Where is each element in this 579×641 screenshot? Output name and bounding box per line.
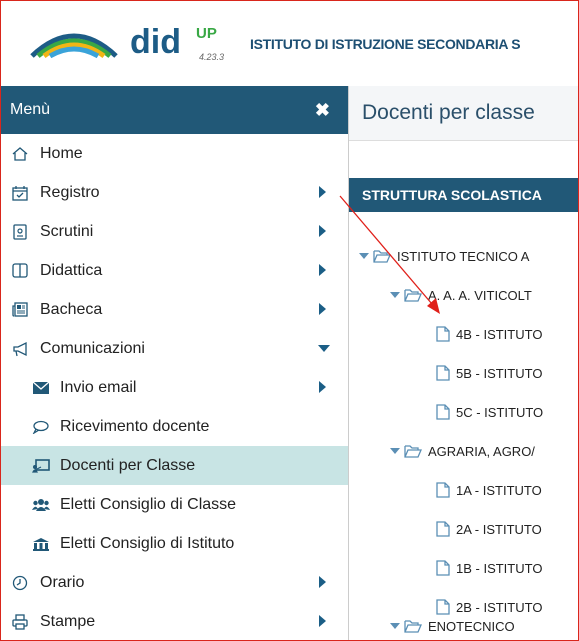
newspaper-icon	[12, 302, 34, 317]
tree-node-label: 1A - ISTITUTO	[456, 482, 542, 498]
tree-node-class[interactable]: 5B - ISTITUTO	[436, 358, 542, 388]
brand-name: did	[130, 23, 181, 61]
menu-header: Menù ✖	[0, 86, 348, 134]
sidebar-menu: Menù ✖ Home Registro Scrutini Didattica …	[0, 86, 349, 641]
page-title-bar: Docenti per classe	[349, 86, 579, 141]
tree-node-folder[interactable]: A. A. A. VITICOLT	[390, 280, 532, 310]
sidebar-item-label: Orario	[40, 573, 85, 591]
sidebar-item-label: Invio email	[60, 378, 137, 396]
tree-node-folder[interactable]: ENOTECNICO	[390, 611, 515, 641]
caret-right-icon	[319, 264, 326, 276]
sidebar-item-label: Comunicazioni	[40, 339, 145, 357]
caret-right-icon	[319, 576, 326, 588]
file-icon	[436, 404, 450, 420]
tree-node-label: 5B - ISTITUTO	[456, 365, 543, 381]
file-icon	[436, 560, 450, 576]
caret-right-icon	[319, 303, 326, 315]
sidebar-item-eletti-consiglio-classe[interactable]: Eletti Consiglio di Classe	[0, 485, 348, 524]
printer-icon	[12, 613, 34, 630]
home-icon	[12, 146, 34, 161]
clock-icon	[12, 575, 34, 591]
institute-icon	[32, 537, 54, 551]
sidebar-item-registro[interactable]: Registro	[0, 173, 348, 212]
tree-node-class[interactable]: 1A - ISTITUTO	[436, 475, 542, 505]
file-icon	[436, 365, 450, 381]
tree-node-label: 2A - ISTITUTO	[456, 521, 542, 537]
app-version: 4.23.3	[199, 52, 225, 62]
sidebar-item-label: Ricevimento docente	[60, 417, 210, 435]
folder-open-icon	[404, 619, 422, 633]
tree-node-folder[interactable]: ISTITUTO TECNICO A	[359, 241, 529, 271]
close-icon[interactable]: ✖	[315, 100, 330, 121]
school-name: ISTITUTO DI ISTRUZIONE SECONDARIA S	[250, 36, 521, 52]
calendar-icon	[12, 185, 34, 201]
chalkboard-icon	[32, 458, 54, 473]
file-icon	[436, 482, 450, 498]
sidebar-item-label: Eletti Consiglio di Istituto	[60, 534, 235, 552]
sidebar-item-home[interactable]: Home	[0, 134, 348, 173]
brand-superscript: UP	[196, 25, 217, 42]
caret-down-icon	[318, 345, 330, 352]
caret-right-icon	[319, 225, 326, 237]
app-header: did UP 4.23.3 ISTITUTO DI ISTRUZIONE SEC…	[0, 0, 579, 86]
expand-triangle-icon[interactable]	[390, 292, 400, 298]
sidebar-item-ricevimento-docente[interactable]: Ricevimento docente	[0, 407, 348, 446]
folder-open-icon	[404, 288, 422, 302]
tree-node-label: 4B - ISTITUTO	[456, 326, 543, 342]
tree-node-label: ISTITUTO TECNICO A	[397, 248, 530, 264]
expand-triangle-icon[interactable]	[390, 623, 400, 629]
sidebar-item-label: Didattica	[40, 261, 103, 279]
tree-node-label: AGRARIA, AGRO/	[428, 443, 535, 459]
tree-node-class[interactable]: 1B - ISTITUTO	[436, 553, 542, 583]
tree-node-class[interactable]: 5C - ISTITUTO	[436, 397, 543, 427]
sidebar-item-orario[interactable]: Orario	[0, 563, 348, 602]
tree-node-label: 1B - ISTITUTO	[456, 560, 543, 576]
sidebar-item-stampe[interactable]: Stampe	[0, 602, 348, 641]
folder-open-icon	[373, 249, 391, 263]
envelope-icon	[32, 381, 54, 395]
file-icon	[436, 326, 450, 342]
book-icon	[12, 263, 34, 278]
tree-node-label: 5C - ISTITUTO	[456, 404, 544, 420]
megaphone-icon	[12, 341, 34, 357]
expand-triangle-icon[interactable]	[359, 253, 369, 259]
caret-right-icon	[319, 381, 326, 393]
sidebar-item-invio-email[interactable]: Invio email	[0, 368, 348, 407]
expand-triangle-icon[interactable]	[390, 448, 400, 454]
main-content: Docenti per classe STRUTTURA SCOLASTICA …	[349, 86, 579, 641]
sidebar-item-label: Home	[40, 144, 83, 162]
structure-header: STRUTTURA SCOLASTICA	[349, 178, 579, 212]
sidebar-item-label: Registro	[40, 183, 100, 201]
sidebar-item-bacheca[interactable]: Bacheca	[0, 290, 348, 329]
didup-logo-icon	[30, 33, 118, 59]
sidebar-item-docenti-per-classe[interactable]: Docenti per Classe	[0, 446, 348, 485]
sidebar-item-label: Docenti per Classe	[60, 456, 196, 474]
users-icon	[32, 498, 54, 512]
scrutini-icon	[12, 223, 34, 240]
menu-title: Menù	[10, 101, 51, 118]
caret-right-icon	[319, 186, 326, 198]
page-title: Docenti per classe	[362, 101, 535, 124]
file-icon	[436, 521, 450, 537]
sidebar-item-comunicazioni[interactable]: Comunicazioni	[0, 329, 348, 368]
tree-node-class[interactable]: 2A - ISTITUTO	[436, 514, 542, 544]
folder-open-icon	[404, 444, 422, 458]
sidebar-item-scrutini[interactable]: Scrutini	[0, 212, 348, 251]
sidebar-item-label: Stampe	[40, 612, 96, 630]
tree-node-label: ENOTECNICO	[428, 618, 515, 634]
sidebar-item-label: Bacheca	[40, 300, 103, 318]
tree-node-class[interactable]: 4B - ISTITUTO	[436, 319, 542, 349]
sidebar-item-label: Eletti Consiglio di Classe	[60, 495, 237, 513]
chat-icon	[32, 420, 54, 434]
tree-node-folder[interactable]: AGRARIA, AGRO/	[390, 436, 535, 466]
tree-node-label: A. A. A. VITICOLT	[428, 287, 532, 303]
sidebar-item-label: Scrutini	[40, 222, 94, 240]
sidebar-item-didattica[interactable]: Didattica	[0, 251, 348, 290]
caret-right-icon	[319, 615, 326, 627]
sidebar-item-eletti-consiglio-istituto[interactable]: Eletti Consiglio di Istituto	[0, 524, 348, 563]
